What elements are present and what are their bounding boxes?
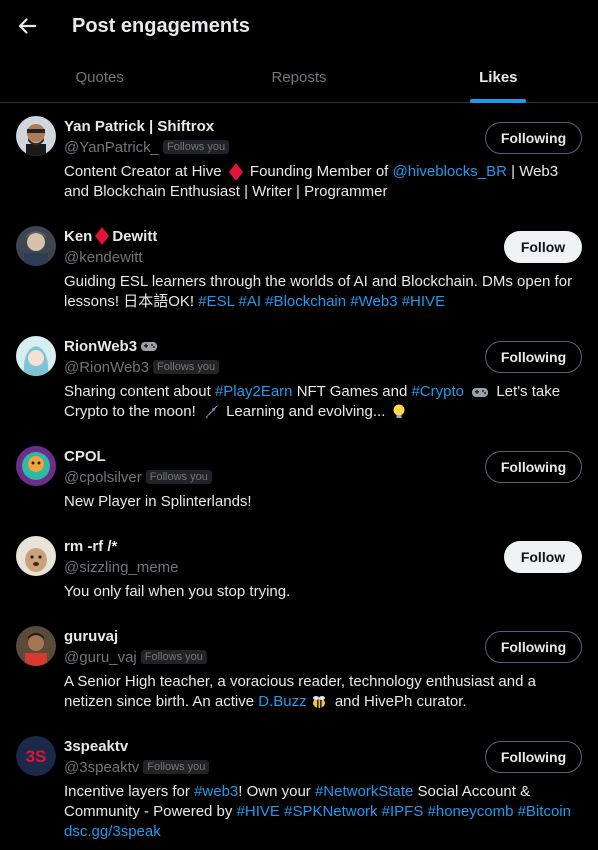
hashtag-link[interactable]: #Crypto	[411, 383, 464, 400]
display-name[interactable]: Ken Dewitt	[64, 226, 157, 246]
hashtag-link[interactable]: #IPFS	[382, 803, 424, 820]
bio-text: Sharing content about	[64, 383, 211, 400]
hashtag-link[interactable]: #Web3	[350, 293, 397, 310]
following-button[interactable]: Following	[485, 341, 582, 373]
hashtag-link[interactable]: #ESL	[198, 293, 234, 310]
hashtag-link[interactable]: #Play2Earn	[215, 383, 293, 400]
avatar	[16, 536, 56, 576]
bio: New Player in Splinterlands!	[64, 492, 574, 512]
bio-text: NFT Games and	[296, 383, 408, 400]
bio: Sharing content about #Play2Earn NFT Gam…	[64, 382, 574, 422]
bio: Incentive layers for #web3! Own your #Ne…	[64, 782, 574, 842]
tab-label: Reposts	[271, 68, 327, 86]
bio: You only fail when you stop trying.	[64, 582, 574, 602]
avatar	[16, 336, 56, 376]
following-button[interactable]: Following	[485, 741, 582, 773]
bio-text: Content Creator at Hive	[64, 163, 222, 180]
page-title: Post engagements	[72, 14, 250, 37]
follows-you-badge: Follows you	[163, 140, 230, 154]
hashtag-link[interactable]: #HIVE	[402, 293, 445, 310]
tab-quotes[interactable]: Quotes	[0, 52, 199, 102]
hashtag-link[interactable]: #AI	[239, 293, 262, 310]
handle-row: @guru_vaj Follows you	[64, 647, 207, 667]
back-button[interactable]	[16, 15, 38, 37]
rocket-icon	[205, 405, 218, 420]
hashtag-link[interactable]: #NetworkState	[315, 783, 413, 800]
tab-likes[interactable]: Likes	[399, 52, 598, 103]
gamepad-icon	[141, 342, 158, 351]
hashtag-link[interactable]: #Bitcoin	[518, 803, 571, 820]
follows-you-badge: Follows you	[143, 760, 210, 774]
avatar	[16, 226, 56, 266]
name-part: RionWeb3	[64, 337, 138, 355]
bio: Content Creator at Hive Founding Member …	[64, 162, 574, 202]
hashtag-link[interactable]: #SPKNetwork	[284, 803, 377, 820]
avatar	[16, 626, 56, 666]
bio-text: You only fail when you stop trying.	[64, 583, 291, 600]
following-button[interactable]: Following	[485, 451, 582, 483]
avatar: 3S	[16, 736, 56, 776]
bio-text: Founding Member of	[249, 163, 389, 180]
display-name[interactable]: RionWeb3	[64, 336, 161, 356]
bio: A Senior High teacher, a voracious reade…	[64, 672, 574, 712]
bio-text: ! Own your	[238, 783, 311, 800]
display-name[interactable]: rm -rf /*	[64, 536, 117, 556]
arrow-left-icon	[18, 18, 37, 34]
hive-diamond-icon	[228, 163, 243, 182]
follows-you-badge: Follows you	[153, 360, 220, 374]
tab-label: Quotes	[75, 68, 124, 86]
mention-link[interactable]: @hiveblocks_BR	[393, 163, 507, 180]
following-button[interactable]: Following	[485, 631, 582, 663]
hashtag-link[interactable]: #Blockchain	[265, 293, 346, 310]
display-name[interactable]: Yan Patrick | Shiftrox	[64, 116, 214, 136]
tab-reposts[interactable]: Reposts	[199, 52, 398, 102]
handle: @RionWeb3	[64, 358, 149, 376]
header: Post engagements	[0, 0, 598, 52]
bio-text: and HivePh curator.	[334, 693, 467, 710]
follow-button[interactable]: Follow	[504, 541, 582, 573]
active-tab-indicator	[470, 99, 527, 103]
handle-row: @kendewitt	[64, 247, 143, 267]
handle: @cpolsilver	[64, 468, 142, 486]
hashtag-link[interactable]: #web3	[194, 783, 238, 800]
dbuzz-link[interactable]: D.Buzz	[258, 693, 306, 710]
handle: @3speaktv	[64, 758, 140, 776]
follows-you-badge: Follows you	[140, 650, 207, 664]
display-name[interactable]: CPOL	[64, 446, 106, 466]
follow-button[interactable]: Follow	[504, 231, 582, 263]
gamepad-icon	[472, 388, 489, 398]
tab-bar: Quotes Reposts Likes	[0, 52, 598, 103]
hive-diamond-icon	[95, 227, 110, 245]
tab-label: Likes	[479, 68, 518, 86]
lightbulb-icon	[393, 404, 405, 419]
bio-text: New Player in Splinterlands!	[64, 493, 252, 510]
handle: @kendewitt	[64, 248, 143, 266]
handle: @YanPatrick_	[64, 138, 159, 156]
name-part: Dewitt	[112, 227, 158, 245]
hashtag-link[interactable]: #honeycomb	[428, 803, 514, 820]
handle-row: @cpolsilver Follows you	[64, 467, 212, 487]
handle: @sizzling_meme	[64, 558, 179, 576]
name-part: Ken	[64, 227, 93, 245]
hashtag-link[interactable]: #HIVE	[237, 803, 280, 820]
follows-you-badge: Follows you	[145, 470, 212, 484]
bio-text: Incentive layers for	[64, 783, 190, 800]
display-name[interactable]: guruvaj	[64, 626, 118, 646]
display-name[interactable]: 3speaktv	[64, 736, 128, 756]
avatar	[16, 446, 56, 486]
handle-row: @YanPatrick_ Follows you	[64, 137, 230, 157]
avatar	[16, 116, 56, 156]
bio: Guiding ESL learners through the worlds …	[64, 272, 574, 312]
handle-row: @sizzling_meme	[64, 557, 178, 577]
bee-icon	[312, 696, 325, 709]
handle-row: @RionWeb3 Follows you	[64, 357, 220, 377]
handle: @guru_vaj	[64, 648, 137, 666]
following-button[interactable]: Following	[485, 122, 582, 154]
bio-text: Learning and evolving...	[226, 403, 386, 420]
svg-text:3S: 3S	[26, 747, 47, 766]
handle-row: @3speaktv Follows you	[64, 757, 210, 777]
url-link[interactable]: dsc.gg/3speak	[64, 823, 161, 840]
